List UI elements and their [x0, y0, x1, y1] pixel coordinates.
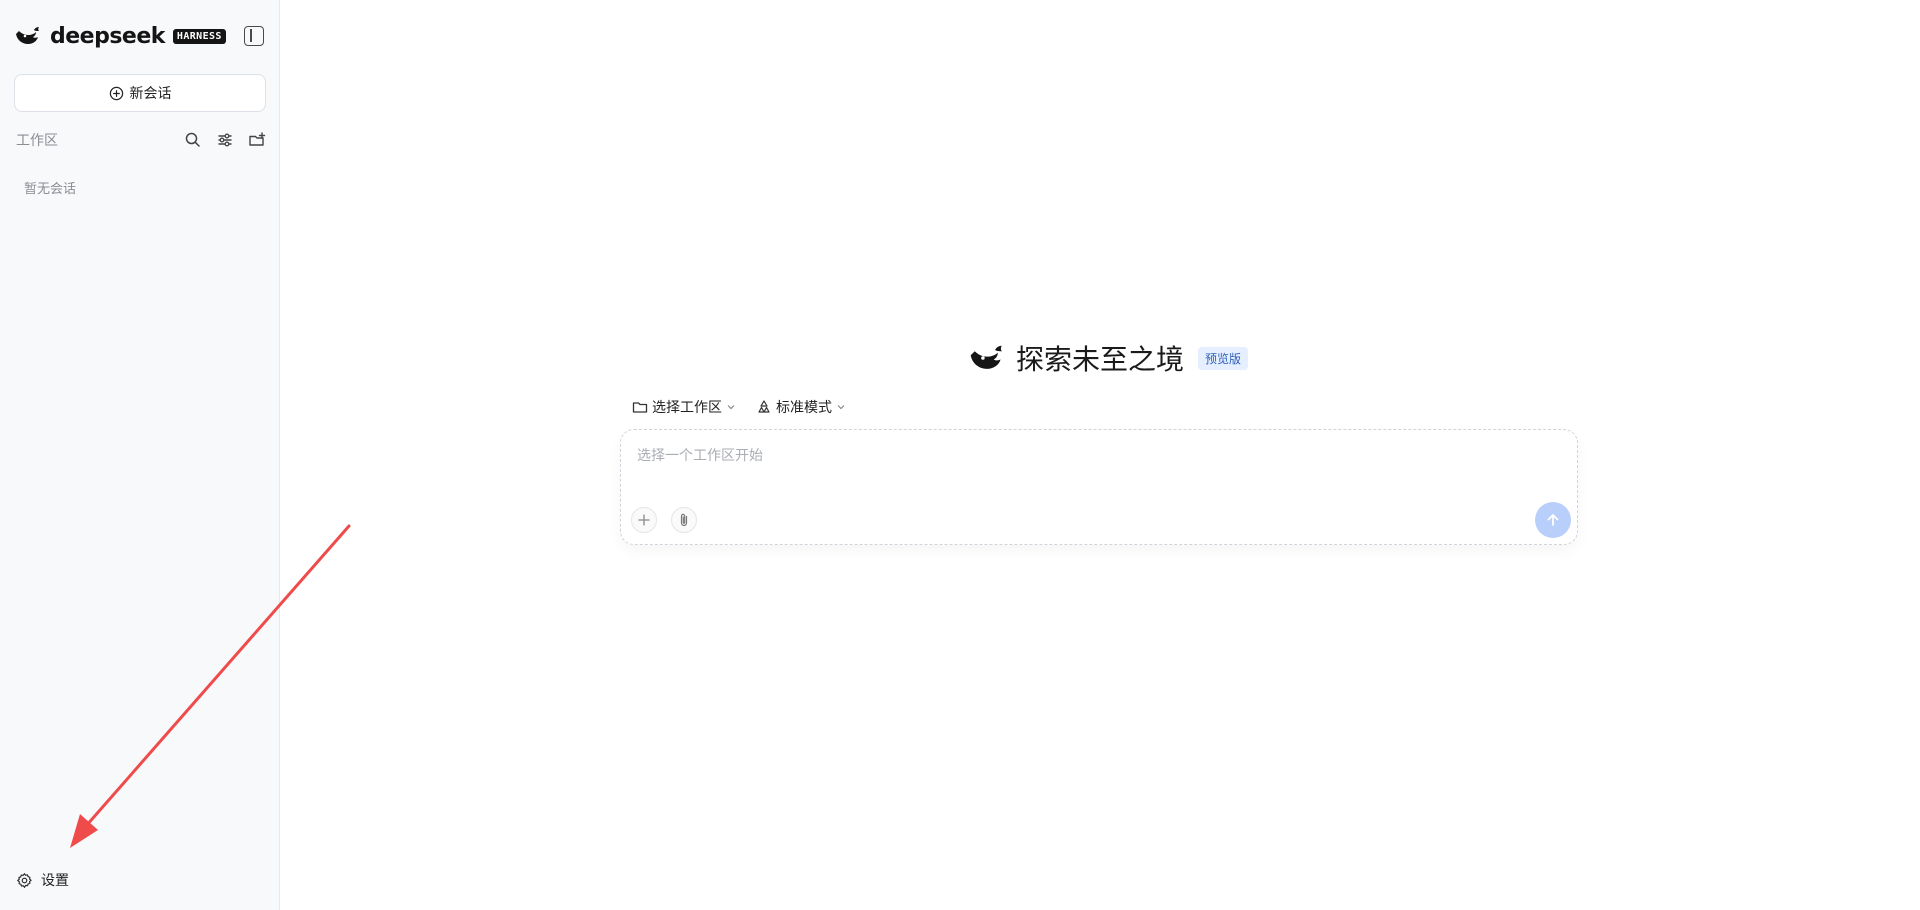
gear-icon [17, 872, 32, 888]
workspace-selector[interactable]: 选择工作区 [632, 397, 736, 417]
workspace-label: 工作区 [16, 133, 58, 149]
preview-badge: 预览版 [1198, 346, 1249, 370]
brand-name: deepseek [50, 23, 165, 49]
arrow-up-icon [1547, 514, 1559, 526]
mode-selector[interactable]: 标准模式 [756, 397, 846, 417]
new-chat-label: 新会话 [129, 86, 172, 102]
composer [620, 429, 1578, 545]
workspace-header: 工作区 [16, 128, 266, 152]
hero-heading: 探索未至之境 预览版 [968, 338, 1249, 378]
brand: deepseek HARNESS [14, 22, 226, 50]
deepseek-whale-icon [16, 27, 39, 44]
hero-title: 探索未至之境 [1016, 343, 1185, 376]
attach-button[interactable] [671, 507, 697, 533]
workspace-tools [184, 131, 266, 149]
brand-badge: HARNESS [172, 28, 226, 44]
sidebar: deepseek HARNESS 新会话 工作区 暂无会话 设置 [0, 0, 280, 910]
composer-selectors: 选择工作区 标准模式 [632, 397, 846, 417]
mode-selector-label: 标准模式 [776, 400, 832, 416]
sidebar-collapse-icon[interactable] [244, 26, 264, 46]
search-icon[interactable] [184, 131, 202, 149]
recycle-icon [758, 400, 770, 413]
workspace-selector-label: 选择工作区 [652, 400, 722, 416]
new-folder-icon[interactable] [248, 131, 266, 149]
paperclip-icon [680, 513, 688, 527]
sliders-icon[interactable] [216, 131, 234, 149]
settings-button[interactable]: 设置 [16, 870, 69, 890]
chevron-down-icon [727, 405, 735, 410]
folder-icon [632, 402, 648, 413]
new-chat-button[interactable]: 新会话 [14, 74, 266, 112]
add-button[interactable] [631, 507, 657, 533]
settings-label: 设置 [41, 873, 69, 889]
plus-icon [638, 514, 650, 526]
chevron-down-icon [837, 405, 845, 410]
composer-input[interactable] [635, 444, 1535, 468]
empty-chats-hint: 暂无会话 [24, 182, 77, 197]
send-button[interactable] [1535, 502, 1571, 538]
plus-circle-icon [109, 86, 123, 100]
deepseek-whale-icon [970, 345, 1002, 369]
app-window: deepseek HARNESS 新会话 工作区 暂无会话 设置 探索未至之境 … [0, 0, 1920, 910]
